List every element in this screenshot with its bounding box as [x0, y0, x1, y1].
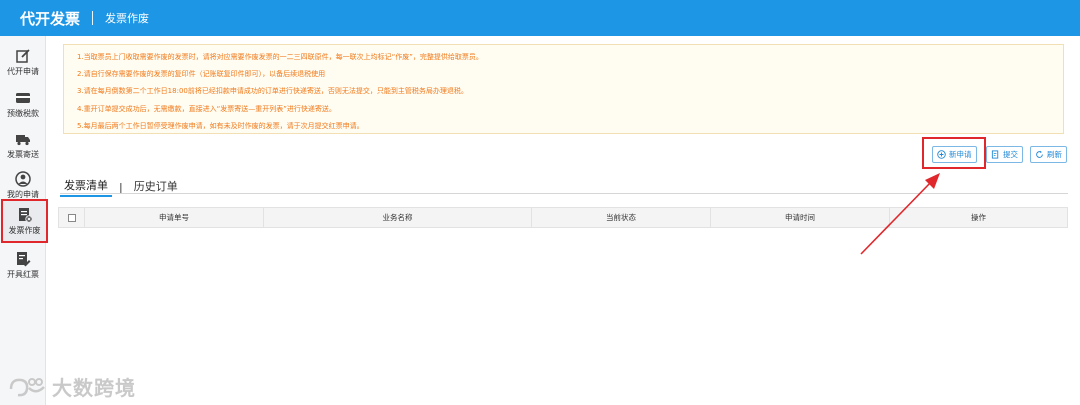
notice-box: 1.当取票员上门收取需要作废的发票时，请将对应需要作废发票的一二三四联原件，每一…: [63, 44, 1064, 134]
notice-line: 4.重开订单提交成功后，无需缴款，直接进入“发票寄送—重开列表”进行快递寄送。: [77, 104, 336, 113]
sidebar-item-invoice-delivery[interactable]: 发票寄送: [0, 125, 46, 165]
page-title: 发票作废: [105, 12, 150, 25]
submit-label: 提交: [1003, 150, 1018, 159]
tab-underline: [60, 193, 1068, 194]
sidebar-item-label: 我的申请: [7, 189, 39, 199]
submit-button[interactable]: 提交: [986, 146, 1023, 163]
refresh-button[interactable]: 刷新: [1030, 146, 1067, 163]
column-header: 申请单号: [85, 208, 264, 227]
sidebar-item-label: 代开申请: [7, 66, 39, 76]
select-all-cell: [59, 208, 85, 227]
notice-line: 2.请自行保存需要作废的发票的复印件（记账联复印件即可），以备后续退税使用: [77, 70, 326, 79]
column-header: 操作: [971, 213, 986, 222]
card-icon: [16, 92, 30, 103]
logo-icon: [9, 377, 45, 396]
invoice-table-header: 申请单号 业务名称 当前状态 申请时间 操作: [58, 207, 1068, 228]
red-invoice-icon: [17, 251, 31, 266]
sidebar-item-label: 发票作废: [8, 225, 41, 235]
user-icon: [15, 170, 31, 187]
watermark: 大数跨境: [8, 372, 136, 401]
tab-bar: 发票清单 | 历史订单: [60, 177, 182, 197]
refresh-label: 刷新: [1047, 150, 1062, 159]
tab-separator: |: [119, 180, 123, 194]
refresh-icon: [1036, 150, 1043, 158]
column-header: 申请时间: [711, 208, 890, 227]
invoice-void-icon: [18, 207, 33, 223]
sidebar-item-red-invoice[interactable]: 开具红票: [0, 245, 46, 285]
notice-line: 3.请在每月倒数第二个工作日18:00前将已经扣款申请成功的订单进行快递寄送，否…: [77, 87, 468, 96]
new-application-label: 新申请: [949, 150, 972, 159]
sidebar-item-label: 发票寄送: [7, 149, 39, 159]
top-bar: 代开发票 发票作废: [0, 0, 1080, 36]
column-header: 业务名称: [264, 208, 532, 227]
sidebar-item-label: 预缴税款: [7, 108, 39, 118]
notice-line: 1.当取票员上门收取需要作废的发票时，请将对应需要作废发票的一二三四联原件，每一…: [77, 53, 483, 61]
app-title: 代开发票: [20, 9, 81, 28]
sidebar-item-label: 开具红票: [7, 269, 39, 279]
new-application-button[interactable]: 新申请: [932, 146, 977, 163]
tab-invoice-list[interactable]: 发票清单: [60, 177, 112, 197]
column-header: 当前状态: [532, 208, 711, 227]
truck-icon: [16, 134, 30, 145]
notice-line: 5.每月最后两个工作日暂停受理作废申请，如有未及时作废的发票，请于次月提交红票申…: [77, 121, 364, 130]
document-submit-icon: [991, 150, 999, 159]
edit-icon: [16, 48, 30, 63]
sidebar-item-invoice-void[interactable]: 发票作废: [1, 199, 48, 243]
sidebar-item-prepay-tax[interactable]: 预缴税款: [0, 84, 46, 124]
sidebar: 代开申请 预缴税款 发票寄送 我的申请 发票作废 开具红票: [0, 36, 48, 405]
watermark-text: 大数跨境: [52, 376, 136, 400]
title-divider: [92, 11, 94, 25]
sidebar-item-apply[interactable]: 代开申请: [0, 42, 46, 82]
select-all-checkbox[interactable]: [67, 213, 76, 222]
plus-circle-icon: [937, 150, 946, 159]
